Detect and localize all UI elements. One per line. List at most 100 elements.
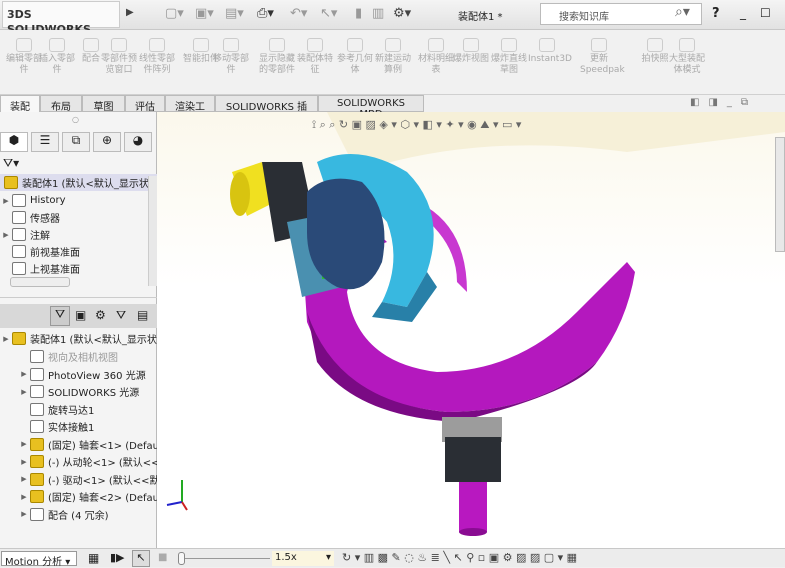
ribbon-button[interactable]: 参考几何体 bbox=[336, 38, 374, 76]
expand-arrow-icon[interactable]: ▶ bbox=[18, 510, 30, 518]
folder-icon bbox=[12, 262, 26, 275]
calculate-icon[interactable]: ▦ bbox=[88, 551, 99, 565]
rebuild-icon[interactable]: ▮ bbox=[355, 6, 362, 21]
ribbon-button[interactable]: 线性零部件阵列 bbox=[138, 38, 176, 76]
ribbon-icon bbox=[647, 38, 663, 52]
panel-grip[interactable]: ○ bbox=[72, 115, 79, 124]
expand-arrow-icon[interactable]: ▶ bbox=[0, 335, 12, 343]
tree-item[interactable]: 视向及相机视图 bbox=[18, 348, 118, 365]
tree-item[interactable]: ▶ SOLIDWORKS 光源 bbox=[18, 383, 139, 400]
ribbon-icon bbox=[428, 38, 444, 52]
tree-item[interactable]: ▶ 注解 bbox=[0, 226, 50, 243]
ribbon-button[interactable]: 爆炸直线草图 bbox=[490, 38, 528, 76]
tree-item[interactable]: ▶ (-) 驱动<1> (默认<<默 bbox=[18, 471, 160, 488]
graphics-viewport[interactable]: ⟟ ⌕ ⌕ ↻ ▣ ▨ ◈ ▾ ⬡ ▾ ◧ ▾ ✦ ▾ ◉ ⛰ ▾ ▭ ▾ bbox=[157, 112, 785, 548]
tree-item[interactable]: 前视基准面 bbox=[0, 243, 80, 260]
assembly-model-view[interactable]: ⟟ ⌕ ⌕ ↻ ▣ ▨ ◈ ▾ ⬡ ▾ ◧ ▾ ✦ ▾ ◉ ⛰ ▾ ▭ ▾ bbox=[157, 112, 785, 548]
solidworks-logo[interactable]: 3DS SOLIDWORKS bbox=[2, 1, 120, 36]
tree-horizontal-scrollbar[interactable] bbox=[10, 277, 70, 287]
ribbon-button[interactable]: 装配体特征 bbox=[296, 38, 334, 76]
feature-manager-tab[interactable]: ⬢ bbox=[0, 132, 28, 152]
tab[interactable]: 草图 bbox=[82, 95, 125, 113]
tree-vertical-scrollbar[interactable] bbox=[148, 176, 157, 286]
tab[interactable]: 评估 bbox=[125, 95, 165, 113]
new-icon[interactable]: ▢▾ bbox=[165, 6, 184, 21]
tree-item[interactable]: ▶ 装配体1 (默认<默认_显示状 bbox=[0, 330, 157, 347]
window-controls[interactable]: ◧◨_⧉ bbox=[690, 97, 757, 108]
help-button[interactable]: ? bbox=[712, 6, 720, 21]
ribbon-button[interactable]: Instant3D bbox=[528, 38, 572, 65]
display-manager-tab[interactable]: ◕ bbox=[124, 132, 152, 152]
save-icon[interactable]: ▤▾ bbox=[225, 6, 244, 21]
slider-handle[interactable] bbox=[178, 552, 185, 565]
ribbon-button[interactable]: 爆炸视图 bbox=[452, 38, 490, 65]
expand-arrow-icon[interactable]: ▶ bbox=[18, 388, 30, 396]
component-icon bbox=[30, 455, 44, 468]
undo-icon[interactable]: ↶▾ bbox=[290, 6, 307, 21]
ribbon-button[interactable]: 新建运动算例 bbox=[374, 38, 412, 76]
tab[interactable]: 渲染工具 bbox=[165, 95, 215, 128]
expand-arrow-icon[interactable]: ▶ bbox=[18, 370, 30, 378]
dimxpert-tab[interactable]: ⊕ bbox=[93, 132, 121, 152]
filter-results-icon[interactable]: ⛛ bbox=[116, 308, 126, 323]
ribbon-button[interactable]: 显示隐藏的零部件 bbox=[258, 38, 296, 76]
tree-item[interactable]: ▶ (固定) 轴套<2> (Defau bbox=[18, 488, 159, 505]
ribbon-button[interactable]: 大型装配体模式 bbox=[668, 38, 706, 76]
ribbon-label: 编辑零部件 bbox=[5, 54, 42, 75]
filter-animation-icon[interactable]: ⛛ bbox=[50, 306, 70, 326]
task-pane-tabs[interactable] bbox=[775, 137, 785, 252]
expand-menu-icon[interactable]: ▶ bbox=[126, 7, 134, 18]
filter-driving-icon[interactable]: ▣ bbox=[75, 308, 86, 322]
open-icon[interactable]: ▣▾ bbox=[195, 6, 214, 21]
expand-arrow-icon[interactable]: ▶ bbox=[18, 493, 30, 501]
tree-item-label: PhotoView 360 光源 bbox=[48, 370, 146, 382]
configuration-manager-tab[interactable]: ⧉ bbox=[62, 132, 90, 152]
print-icon[interactable]: ⎙▾ bbox=[257, 6, 274, 21]
tree-item[interactable]: ▶ PhotoView 360 光源 bbox=[18, 366, 146, 383]
panel-splitter[interactable] bbox=[0, 297, 157, 298]
file-properties-icon[interactable]: ▥ bbox=[372, 6, 384, 21]
tree-item[interactable]: 旋转马达1 bbox=[18, 401, 94, 418]
ribbon-button[interactable]: 更新Speedpak bbox=[580, 38, 625, 76]
tree-item[interactable]: 传感器 bbox=[0, 209, 60, 226]
tab[interactable]: 布局 bbox=[40, 95, 82, 113]
ribbon-button[interactable]: 材料明细表 bbox=[417, 38, 455, 76]
tree-item[interactable]: ▶ History bbox=[0, 192, 66, 209]
playback-speed-value: 1.5x bbox=[275, 552, 297, 563]
filter-icon[interactable]: ⛛▾ bbox=[3, 156, 19, 171]
stop-icon[interactable]: ■ bbox=[158, 552, 167, 563]
search-icon[interactable]: ⌕▾ bbox=[675, 4, 690, 20]
filter-selected-icon[interactable]: ⚙ bbox=[95, 308, 106, 322]
view-orientation-icons[interactable]: ⟟ ⌕ ⌕ ↻ ▣ ▨ ◈ ▾ ⬡ ▾ ◧ ▾ ✦ ▾ ◉ ⛰ ▾ ▭ ▾ bbox=[312, 118, 522, 131]
play-icon[interactable]: ↖ bbox=[132, 550, 150, 567]
tree-item[interactable]: 实体接触1 bbox=[18, 418, 94, 435]
tree-item[interactable]: ▶ (-) 从动轮<1> (默认<< bbox=[18, 453, 160, 470]
tree-item[interactable]: ▶ 配合 (4 冗余) bbox=[18, 506, 109, 523]
maximize-button[interactable]: ☐ bbox=[760, 6, 771, 20]
select-icon[interactable]: ↖▾ bbox=[320, 6, 337, 21]
expand-arrow-icon[interactable]: ▶ bbox=[18, 475, 30, 483]
playback-speed-select[interactable]: 1.5x ▾ bbox=[272, 551, 334, 566]
ribbon-button[interactable]: 零部件预览窗口 bbox=[100, 38, 138, 76]
study-type-select[interactable]: Motion 分析 ▾ bbox=[1, 551, 77, 568]
property-manager-tab[interactable]: ☰ bbox=[31, 132, 59, 152]
ribbon-button[interactable]: 插入零部件 bbox=[38, 38, 76, 76]
tab[interactable]: 装配体 bbox=[0, 95, 40, 128]
tab[interactable]: SOLIDWORKS MBD bbox=[318, 95, 424, 120]
expand-arrow-icon[interactable]: ▶ bbox=[0, 231, 12, 239]
tab[interactable]: SOLIDWORKS 插件 bbox=[215, 95, 318, 128]
ribbon-button[interactable]: 移动零部件 bbox=[212, 38, 250, 76]
autofit-icon[interactable]: ▤ bbox=[137, 308, 148, 322]
expand-arrow-icon[interactable]: ▶ bbox=[18, 458, 30, 466]
expand-arrow-icon[interactable]: ▶ bbox=[0, 197, 12, 205]
tree-item[interactable]: 上视基准面 bbox=[0, 260, 80, 277]
expand-arrow-icon[interactable]: ▶ bbox=[18, 440, 30, 448]
timeline-slider[interactable] bbox=[180, 558, 270, 559]
options-gear-icon[interactable]: ⚙▾ bbox=[393, 6, 411, 21]
tree-item[interactable]: 装配体1 (默认<默认_显示状态 bbox=[0, 174, 159, 191]
ribbon-icon bbox=[347, 38, 363, 52]
play-from-start-icon[interactable]: ▮▶ bbox=[110, 551, 125, 564]
playback-mode-icon[interactable]: ↻ ▾ ▥ ▩ ✎ ◌ ♨ ≣ ╲ ↖ ⚲ ▫ ▣ ⚙ ▨ ▨ ▢ ▾ ▦ bbox=[342, 551, 577, 564]
tree-item[interactable]: ▶ (固定) 轴套<1> (Defau bbox=[18, 436, 159, 453]
minimize-button[interactable]: _ bbox=[740, 6, 746, 20]
